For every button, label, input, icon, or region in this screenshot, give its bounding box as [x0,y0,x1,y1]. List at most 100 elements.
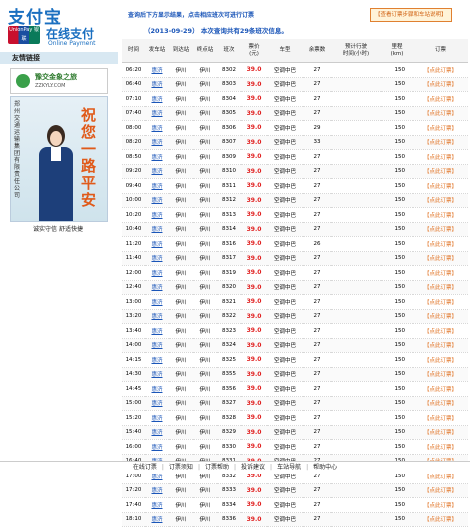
footer-link[interactable]: 在线订票 [133,464,157,471]
table-row[interactable]: 14:30 惠济 伊川 伊川 8355 39.0 空调中巴 27 150 【点此订票】 [122,367,468,382]
book-ticket-link[interactable]: 【点此订票】 [413,265,468,281]
table-row[interactable]: 07:10 惠济 伊川 伊川 8304 39.0 空调中巴 27 150 【点此订票】 [122,91,468,107]
table-row[interactable]: 18:10 惠济 伊川 伊川 8336 39.0 空调中巴 27 150 【点此订票】 [122,512,468,527]
book-ticket-link[interactable]: 【点此订票】 [413,77,468,92]
book-ticket-link[interactable]: 【点此订票】 [413,483,468,498]
book-ticket-link[interactable]: 【点此订票】 [413,396,468,411]
ad-banner-zzkyly[interactable]: 豫交金象之旅 ZZKYLY.COM [10,68,108,94]
table-row[interactable]: 08:50 惠济 伊川 伊川 8309 39.0 空调中巴 27 150 【点此订票】 [122,149,468,165]
table-row[interactable]: 14:45 惠济 伊川 伊川 8356 39.0 空调中巴 27 150 【点此订票】 [122,381,468,397]
footer-link[interactable]: 订票须知 [169,464,193,471]
depart-station[interactable]: 惠济 [145,135,169,150]
table-row[interactable]: 11:20 惠济 伊川 伊川 8316 39.0 空调中巴 26 150 【点此订票】 [122,236,468,252]
depart-station[interactable]: 惠济 [145,91,169,107]
depart-station[interactable]: 惠济 [145,106,169,121]
depart-station[interactable]: 惠济 [145,236,169,252]
depart-station[interactable]: 惠济 [145,62,169,78]
depart-station[interactable]: 惠济 [145,439,169,455]
table-row[interactable]: 12:40 惠济 伊川 伊川 8320 39.0 空调中巴 27 150 【点此订票】 [122,280,468,295]
book-ticket-link[interactable]: 【点此订票】 [413,149,468,165]
table-row[interactable]: 09:40 惠济 伊川 伊川 8311 39.0 空调中巴 27 150 【点此订票】 [122,178,468,194]
depart-station[interactable]: 惠济 [145,367,169,382]
depart-station[interactable]: 惠济 [145,352,169,368]
table-row[interactable]: 14:15 惠济 伊川 伊川 8325 39.0 空调中巴 27 150 【点此订票】 [122,352,468,368]
book-ticket-link[interactable]: 【点此订票】 [413,294,468,310]
depart-station[interactable]: 惠济 [145,294,169,310]
book-ticket-link[interactable]: 【点此订票】 [413,207,468,223]
book-ticket-link[interactable]: 【点此订票】 [413,62,468,78]
book-ticket-link[interactable]: 【点此订票】 [413,352,468,368]
depart-station[interactable]: 惠济 [145,193,169,208]
book-ticket-link[interactable]: 【点此订票】 [413,309,468,324]
book-ticket-link[interactable]: 【点此订票】 [413,439,468,455]
depart-station[interactable]: 惠济 [145,425,169,440]
depart-station[interactable]: 惠济 [145,120,169,136]
table-row[interactable]: 06:40 惠济 伊川 伊川 8303 39.0 空调中巴 27 150 【点此订票】 [122,77,468,92]
book-ticket-link[interactable]: 【点此订票】 [413,323,468,339]
book-ticket-link[interactable]: 【点此订票】 [413,512,468,527]
book-ticket-link[interactable]: 【点此订票】 [413,280,468,295]
depart-station[interactable]: 惠济 [145,178,169,194]
depart-station[interactable]: 惠济 [145,309,169,324]
depart-station[interactable]: 惠济 [145,207,169,223]
ad-banner-zhengzhou-transport[interactable]: 郑州交通运输集团有限责任公司 祝您一路平安 [10,96,108,222]
book-ticket-link[interactable]: 【点此订票】 [413,120,468,136]
table-row[interactable]: 10:00 惠济 伊川 伊川 8312 39.0 空调中巴 27 150 【点此订票】 [122,193,468,208]
depart-station[interactable]: 惠济 [145,338,169,353]
table-row[interactable]: 15:20 惠济 伊川 伊川 8328 39.0 空调中巴 27 150 【点此订票】 [122,410,468,426]
table-row[interactable]: 17:20 惠济 伊川 伊川 8333 39.0 空调中巴 27 150 【点此订票】 [122,483,468,498]
table-row[interactable]: 17:40 惠济 伊川 伊川 8334 39.0 空调中巴 27 150 【点此订票】 [122,497,468,513]
book-ticket-link[interactable]: 【点此订票】 [413,91,468,107]
depart-station[interactable]: 惠济 [145,265,169,281]
depart-station[interactable]: 惠济 [145,381,169,397]
depart-station[interactable]: 惠济 [145,512,169,527]
book-ticket-link[interactable]: 【点此订票】 [413,497,468,513]
depart-station[interactable]: 惠济 [145,410,169,426]
depart-station[interactable]: 惠济 [145,396,169,411]
book-ticket-link[interactable]: 【点此订票】 [413,193,468,208]
table-row[interactable]: 06:20 惠济 伊川 伊川 8302 39.0 空调中巴 27 150 【点此订票】 [122,62,468,78]
table-row[interactable]: 14:00 惠济 伊川 伊川 8324 39.0 空调中巴 27 150 【点此订票】 [122,338,468,353]
depart-station[interactable]: 惠济 [145,483,169,498]
table-row[interactable]: 11:40 惠济 伊川 伊川 8317 39.0 空调中巴 27 150 【点此订票】 [122,251,468,266]
depart-station[interactable]: 惠济 [145,280,169,295]
table-row[interactable]: 12:00 惠济 伊川 伊川 8319 39.0 空调中巴 27 150 【点此订票】 [122,265,468,281]
book-ticket-link[interactable]: 【点此订票】 [413,425,468,440]
table-row[interactable]: 08:20 惠济 伊川 伊川 8307 39.0 空调中巴 33 150 【点此订票】 [122,135,468,150]
view-booking-steps-button[interactable]: 【查看订票步骤和车站说明】 [370,8,452,22]
footer-link[interactable]: 投诉建议 [241,464,265,471]
depart-time: 16:00 [122,439,145,455]
table-row[interactable]: 13:00 惠济 伊川 伊川 8321 39.0 空调中巴 27 150 【点此订票】 [122,294,468,310]
table-row[interactable]: 08:00 惠济 伊川 伊川 8306 39.0 空调中巴 29 150 【点此订票】 [122,120,468,136]
book-ticket-link[interactable]: 【点此订票】 [413,338,468,353]
book-ticket-link[interactable]: 【点此订票】 [413,251,468,266]
footer-link[interactable]: 帮助中心 [313,464,337,471]
book-ticket-link[interactable]: 【点此订票】 [413,135,468,150]
table-row[interactable]: 16:00 惠济 伊川 伊川 8330 39.0 空调中巴 27 150 【点此订票】 [122,439,468,455]
table-row[interactable]: 10:40 惠济 伊川 伊川 8314 39.0 空调中巴 27 150 【点此订票】 [122,222,468,237]
footer-link[interactable]: 订票帮助 [205,464,229,471]
depart-station[interactable]: 惠济 [145,323,169,339]
table-row[interactable]: 15:40 惠济 伊川 伊川 8329 39.0 空调中巴 27 150 【点此订票】 [122,425,468,440]
table-row[interactable]: 13:40 惠济 伊川 伊川 8323 39.0 空调中巴 27 150 【点此订票】 [122,323,468,339]
depart-station[interactable]: 惠济 [145,251,169,266]
depart-station[interactable]: 惠济 [145,222,169,237]
book-ticket-link[interactable]: 【点此订票】 [413,410,468,426]
depart-station[interactable]: 惠济 [145,164,169,179]
book-ticket-link[interactable]: 【点此订票】 [413,367,468,382]
book-ticket-link[interactable]: 【点此订票】 [413,178,468,194]
depart-station[interactable]: 惠济 [145,497,169,513]
book-ticket-link[interactable]: 【点此订票】 [413,222,468,237]
depart-station[interactable]: 惠济 [145,149,169,165]
table-row[interactable]: 07:40 惠济 伊川 伊川 8305 39.0 空调中巴 27 150 【点此订票】 [122,106,468,121]
table-row[interactable]: 09:20 惠济 伊川 伊川 8310 39.0 空调中巴 27 150 【点此订票】 [122,164,468,179]
table-row[interactable]: 15:00 惠济 伊川 伊川 8327 39.0 空调中巴 27 150 【点此订票】 [122,396,468,411]
book-ticket-link[interactable]: 【点此订票】 [413,106,468,121]
depart-station[interactable]: 惠济 [145,77,169,92]
book-ticket-link[interactable]: 【点此订票】 [413,381,468,397]
book-ticket-link[interactable]: 【点此订票】 [413,164,468,179]
footer-link[interactable]: 车站导航 [277,464,301,471]
table-row[interactable]: 13:20 惠济 伊川 伊川 8322 39.0 空调中巴 27 150 【点此订票】 [122,309,468,324]
book-ticket-link[interactable]: 【点此订票】 [413,236,468,252]
table-row[interactable]: 10:20 惠济 伊川 伊川 8313 39.0 空调中巴 27 150 【点此订票】 [122,207,468,223]
